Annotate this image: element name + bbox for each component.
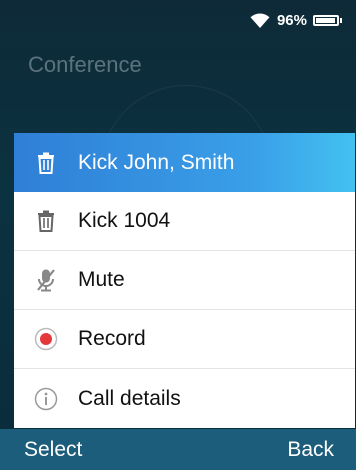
trash-icon <box>34 209 58 233</box>
battery-percent: 96% <box>276 11 307 29</box>
trash-icon <box>34 151 58 175</box>
menu-item-kick-1004[interactable]: Kick 1004 <box>14 192 355 251</box>
menu-item-call-details[interactable]: Call details <box>14 369 355 428</box>
options-menu: Kick John, Smith Kick 1004 Mute Record C… <box>14 133 355 428</box>
menu-item-label: Kick John, Smith <box>78 150 235 174</box>
mic-off-icon <box>34 268 58 292</box>
menu-item-kick-john-smith[interactable]: Kick John, Smith <box>14 133 355 192</box>
menu-item-record[interactable]: Record <box>14 310 355 369</box>
wifi-icon <box>250 13 270 28</box>
info-icon <box>34 387 58 411</box>
menu-item-label: Call details <box>78 386 181 410</box>
menu-item-mute[interactable]: Mute <box>14 251 355 310</box>
menu-item-label: Record <box>78 327 146 350</box>
phone-screen: 96% Conference Kick John, Smith Kick 100… <box>0 0 356 470</box>
select-softkey[interactable]: Select <box>24 438 82 462</box>
record-icon <box>34 327 58 351</box>
status-bar: 96% <box>0 0 356 40</box>
screen-title: Conference <box>28 52 142 77</box>
back-softkey[interactable]: Back <box>287 438 334 462</box>
menu-item-label: Mute <box>78 268 125 291</box>
battery-icon <box>313 14 342 26</box>
softkey-bar: Select Back <box>0 429 356 470</box>
menu-item-label: Kick 1004 <box>78 209 171 232</box>
